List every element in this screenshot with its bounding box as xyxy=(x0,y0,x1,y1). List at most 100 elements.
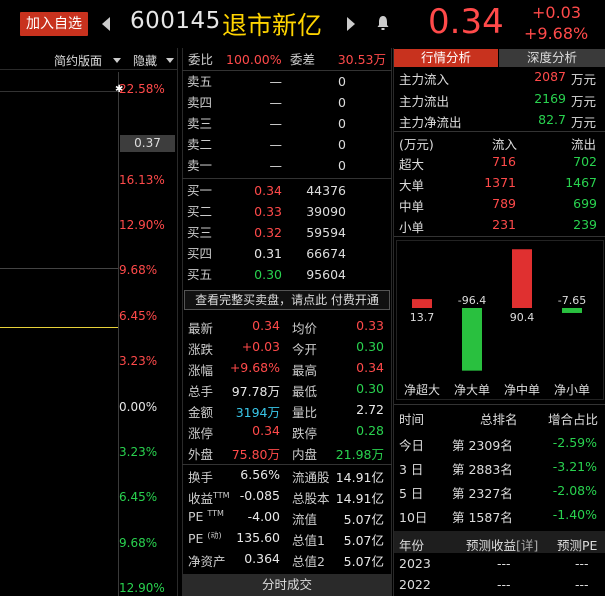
buy-level-volume: 66674 xyxy=(306,246,346,261)
sell-level-price: — xyxy=(269,95,283,110)
chevron-down-icon[interactable] xyxy=(166,58,174,63)
turnover-value: 6.56% xyxy=(240,467,280,482)
next-stock-icon[interactable] xyxy=(347,17,355,31)
price-change: +0.03 xyxy=(532,3,582,22)
main-inflow-label: 主力流入 xyxy=(399,72,450,87)
forecast-year: 2022 xyxy=(399,577,431,592)
eps-value: -0.085 xyxy=(239,488,280,503)
full-order-book-link[interactable]: 查看完整买卖盘，请点此 付费开通 xyxy=(184,290,390,310)
flow-bar-value-label: 90.4 xyxy=(510,311,535,324)
net-flow-bar-chart: 13.7 净超大 -96.4 净大单 90.4 净中单 -7.65 净小单 xyxy=(396,240,604,400)
tab-market-analysis[interactable]: 行情分析 xyxy=(394,49,498,67)
ratio-header: 增合占比 xyxy=(548,412,599,427)
flow-row-label: 中单 xyxy=(399,199,425,214)
add-to-watchlist-button[interactable]: 加入自选 xyxy=(20,12,88,36)
percent-tick-label: 9.68% xyxy=(119,536,158,550)
main-net-value: 82.7 xyxy=(538,112,566,127)
sell-level-label: 卖二 xyxy=(187,137,213,152)
amount-label: 金额 xyxy=(188,405,214,420)
sell-level-label: 卖一 xyxy=(187,158,213,173)
limit-down-value: 0.28 xyxy=(356,423,384,438)
flow-out-header: 流出 xyxy=(571,137,597,152)
flow-bar-category-label: 净超大 xyxy=(404,382,440,397)
flow-row-label: 大单 xyxy=(399,178,425,193)
unit-label: 万元 xyxy=(571,94,597,109)
open-label: 今开 xyxy=(292,342,318,357)
percent-tick-label: 22.58% xyxy=(119,82,165,96)
buy-level-label: 买二 xyxy=(187,204,213,219)
high-label: 最高 xyxy=(292,363,318,378)
chart-gridline xyxy=(0,268,118,269)
rank-ratio: -2.59% xyxy=(552,435,597,450)
percent-tick-label: 6.45% xyxy=(119,490,158,504)
rank-period: 5 日 xyxy=(399,486,424,501)
flow-row-out: 702 xyxy=(573,154,597,169)
pe-dyn-label: PE (动) xyxy=(188,531,222,547)
rank-time-header: 时间 xyxy=(399,412,425,427)
hide-button[interactable]: 隐藏 xyxy=(133,52,157,69)
rank-period: 3 日 xyxy=(399,462,424,477)
buy-level-volume: 44376 xyxy=(306,183,346,198)
main-outflow-label: 主力流出 xyxy=(399,94,450,109)
flow-bar-value-label: 13.7 xyxy=(410,311,435,324)
flow-bar xyxy=(562,308,582,313)
forecast-eps: --- xyxy=(497,556,511,571)
rank-value: 第 2327名 xyxy=(452,486,513,501)
chevron-down-icon[interactable] xyxy=(113,58,121,63)
unit-label: 万元 xyxy=(571,72,597,87)
tab-time-and-sales[interactable]: 分时成交 xyxy=(182,574,392,596)
buy-level-volume: 39090 xyxy=(306,204,346,219)
flow-bar-value-label: -7.65 xyxy=(558,294,586,307)
percent-tick-label: 0.00% xyxy=(119,400,158,414)
amount-value: 3194万 xyxy=(235,405,280,420)
avg-label: 均价 xyxy=(292,321,318,336)
bell-icon[interactable] xyxy=(376,14,390,32)
sell-level-volume: 0 xyxy=(338,137,346,152)
inner-label: 内盘 xyxy=(292,447,318,462)
buy-level-price: 0.31 xyxy=(254,246,282,261)
percent-tick-label: 12.90% xyxy=(119,581,165,595)
buy-level-volume: 59594 xyxy=(306,225,346,240)
rank-period: 今日 xyxy=(399,438,425,453)
sell-level-price: — xyxy=(269,137,283,152)
percent-tick-label: 6.45% xyxy=(119,309,158,323)
weicha-value: 30.53万 xyxy=(337,52,386,67)
avg-value: 0.33 xyxy=(356,318,384,333)
rank-ratio: -3.21% xyxy=(552,459,597,474)
flow-bar xyxy=(462,308,482,371)
vol-value: 97.78万 xyxy=(231,384,280,399)
stock-code: 600145 xyxy=(130,8,221,34)
buy-level-label: 买三 xyxy=(187,225,213,240)
previous-stock-icon[interactable] xyxy=(102,17,110,31)
percent-tick-label: 16.13% xyxy=(119,173,165,187)
divider xyxy=(182,464,392,465)
forecast-eps: --- xyxy=(497,577,511,592)
vol-label: 总手 xyxy=(188,384,214,399)
nav-label: 净资产 xyxy=(188,554,226,569)
eps-label: 收益TTM xyxy=(188,490,230,506)
inner-value: 21.98万 xyxy=(335,447,384,462)
flow-row-out: 239 xyxy=(573,217,597,232)
detail-link[interactable]: [详] xyxy=(516,538,538,553)
rank-ratio: -2.08% xyxy=(552,483,597,498)
flow-bar-category-label: 净小单 xyxy=(554,383,590,397)
sell-level-label: 卖三 xyxy=(187,116,213,131)
volume-ratio-label: 量比 xyxy=(292,405,318,420)
divider xyxy=(394,131,605,132)
flow-bar-category-label: 净中单 xyxy=(504,382,540,397)
stock-name: 退市新亿 xyxy=(222,11,323,40)
nav-value: 0.364 xyxy=(244,551,280,566)
total-value1-label: 总值1 xyxy=(292,533,325,548)
sell-level-volume: 0 xyxy=(338,74,346,89)
sell-level-price: — xyxy=(269,116,283,131)
tab-deep-analysis[interactable]: 深度分析 xyxy=(499,49,605,67)
flow-row-in: 1371 xyxy=(484,175,516,190)
flow-row-out: 1467 xyxy=(565,175,597,190)
current-price: 0.34 xyxy=(428,2,504,42)
rank-period: 10日 xyxy=(399,510,428,525)
buy-level-label: 买一 xyxy=(187,183,213,198)
layout-mode-dropdown[interactable]: 简约版面 xyxy=(54,52,102,69)
price-change-percent: +9.68% xyxy=(524,24,589,43)
low-value: 0.30 xyxy=(356,381,384,396)
main-net-label: 主力净流出 xyxy=(399,115,462,130)
